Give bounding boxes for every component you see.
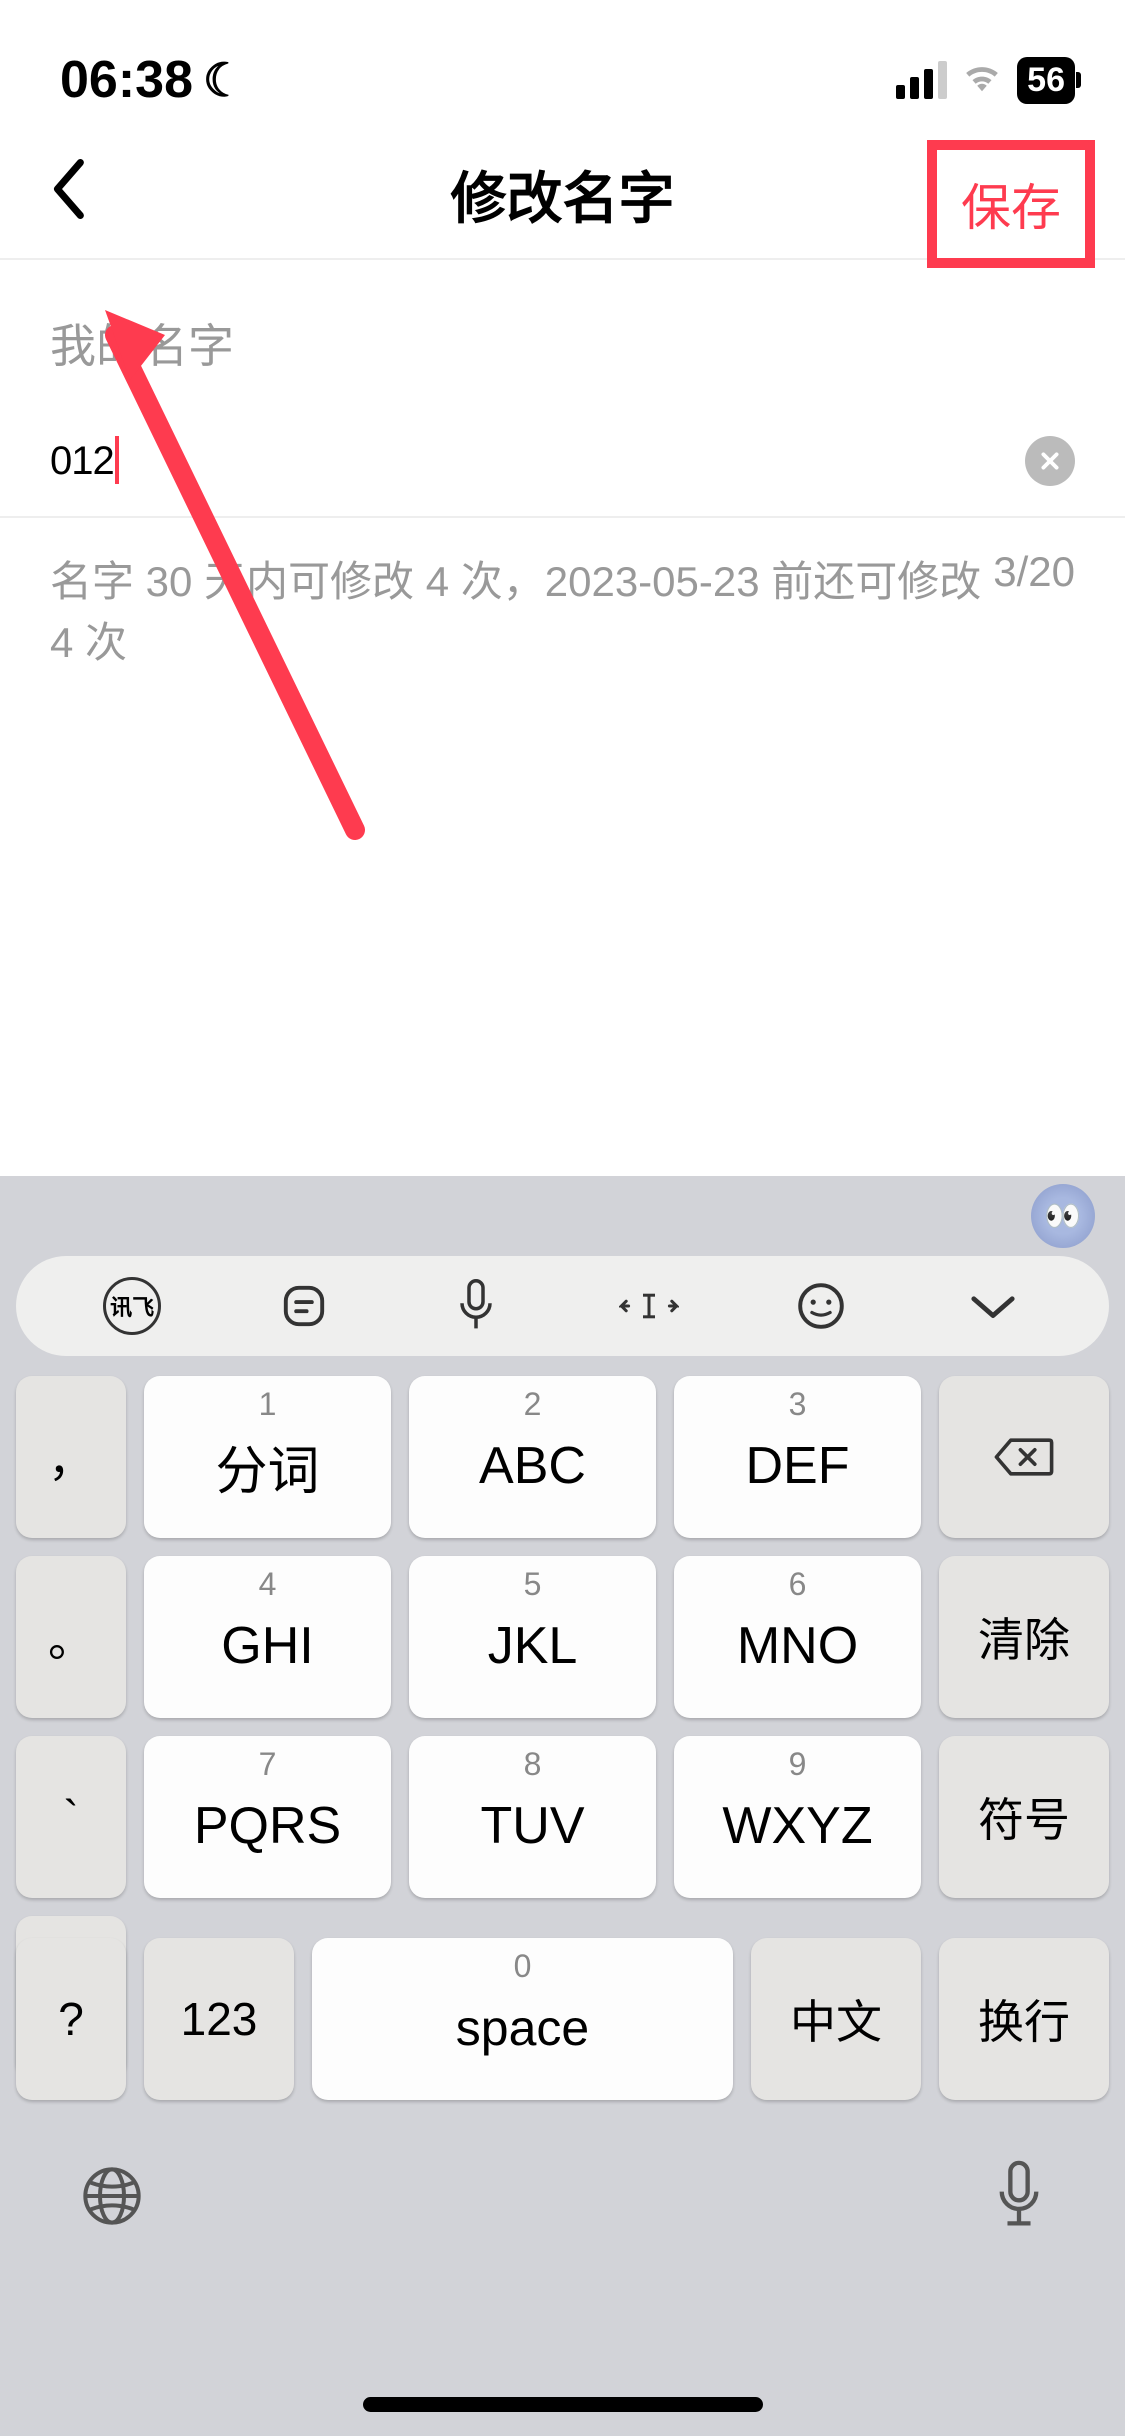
keyboard-avatar-icon[interactable]: 👀 (1031, 1184, 1095, 1248)
clear-input-button[interactable] (1025, 436, 1075, 486)
name-input-row (0, 406, 1125, 516)
key-123[interactable]: 123 (144, 1938, 294, 2100)
nav-bar: 修改名字 保存 (0, 130, 1125, 260)
section-label: 我的名字 (0, 260, 1125, 406)
cellular-signal-icon (896, 61, 947, 99)
back-button[interactable] (40, 149, 96, 239)
key-comma[interactable]: ， (16, 1376, 126, 1538)
key-period[interactable]: 。 (16, 1556, 126, 1718)
status-bar: 06:38 ☾ 56 (0, 0, 1125, 130)
key-6-mno[interactable]: 6MNO (674, 1556, 921, 1718)
key-4-ghi[interactable]: 4GHI (144, 1556, 391, 1718)
keyboard: 👀 讯飞 ， 1分词 2ABC 3DEF 。 4GHI 5JKL (0, 1176, 1125, 2436)
key-8-tuv[interactable]: 8TUV (409, 1736, 656, 1898)
key-chinese[interactable]: 中文 (751, 1938, 921, 2100)
emoji-icon[interactable] (791, 1276, 851, 1336)
dictation-mic-icon[interactable] (993, 2160, 1045, 2248)
key-backspace[interactable] (939, 1376, 1109, 1538)
home-indicator[interactable] (363, 2397, 763, 2412)
mic-icon[interactable] (446, 1276, 506, 1336)
key-7-pqrs[interactable]: 7PQRS (144, 1736, 391, 1898)
status-time: 06:38 (60, 50, 193, 110)
key-space[interactable]: 0space (312, 1938, 733, 2100)
keyboard-system-row (0, 2120, 1125, 2318)
keyboard-row4 (0, 1918, 1125, 1938)
status-left: 06:38 ☾ (60, 50, 244, 110)
key-backtick[interactable]: ` (16, 1736, 126, 1898)
battery-indicator: 56 (1017, 57, 1075, 104)
key-9-wxyz[interactable]: 9WXYZ (674, 1736, 921, 1898)
key-question[interactable]: ? (16, 1938, 126, 2100)
key-symbol[interactable]: 符号 (939, 1736, 1109, 1898)
wifi-icon (963, 59, 1001, 102)
key-5-jkl[interactable]: 5JKL (409, 1556, 656, 1718)
key-2-abc[interactable]: 2ABC (409, 1376, 656, 1538)
key-clear[interactable]: 清除 (939, 1556, 1109, 1718)
collapse-keyboard-icon[interactable] (963, 1276, 1023, 1336)
page-title: 修改名字 (451, 154, 675, 235)
keyboard-toolbar: 讯飞 (16, 1256, 1109, 1356)
iflytek-button[interactable]: 讯飞 (102, 1276, 162, 1336)
name-input[interactable] (50, 439, 1025, 484)
key-enter[interactable]: 换行 (939, 1938, 1109, 2100)
dnd-moon-icon: ☾ (203, 53, 244, 107)
key-1[interactable]: 1分词 (144, 1376, 391, 1538)
hint-text: 名字 30 天内可修改 4 次，2023-05-23 前还可修改 4 次 (50, 548, 993, 670)
clipboard-icon[interactable] (274, 1276, 334, 1336)
key-3-def[interactable]: 3DEF (674, 1376, 921, 1538)
hint-row: 名字 30 天内可修改 4 次，2023-05-23 前还可修改 4 次 3/2… (0, 516, 1125, 700)
text-cursor (115, 436, 119, 484)
keyboard-bottom-row: ? 123 0space 中文 换行 (0, 1938, 1125, 2120)
save-button[interactable]: 保存 (927, 140, 1095, 268)
globe-icon[interactable] (80, 2164, 144, 2244)
char-counter: 3/20 (993, 548, 1075, 670)
cursor-move-icon[interactable] (619, 1276, 679, 1336)
status-right: 56 (896, 57, 1075, 104)
